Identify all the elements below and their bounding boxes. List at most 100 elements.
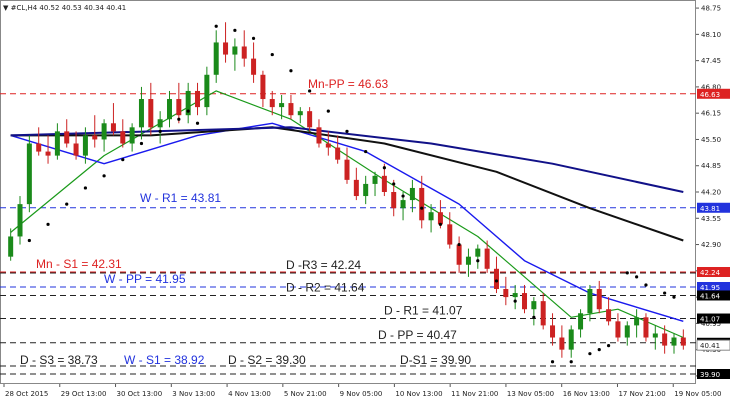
sar-dot — [476, 259, 480, 263]
sar-dot — [382, 166, 386, 170]
price-tag-label: 41.07 — [700, 316, 720, 324]
candle-body — [176, 99, 182, 116]
candle-body — [465, 256, 471, 265]
sar-dot — [513, 299, 517, 303]
y-tick-label: 42.90 — [701, 241, 721, 249]
sar-dot — [532, 315, 536, 319]
candle-body — [92, 135, 98, 140]
sar-dot — [46, 222, 50, 226]
sar-dot — [177, 117, 181, 121]
candle-body — [64, 131, 70, 144]
candle-body — [596, 289, 602, 310]
sar-dot — [195, 121, 200, 125]
candle-body — [223, 42, 229, 55]
candle-body — [195, 90, 201, 108]
sar-dot — [139, 141, 144, 146]
sar-dot — [270, 52, 274, 57]
x-tick-label: 17 Nov 21:00 — [618, 390, 665, 398]
sar-dot — [644, 283, 648, 287]
candle-body — [680, 337, 686, 346]
level-label: Mn - S1 = 42.31 — [36, 257, 122, 271]
candle-body — [307, 111, 313, 128]
candle-body — [662, 333, 668, 346]
candle-body — [241, 46, 247, 59]
candle-body — [559, 337, 565, 350]
sar-dot — [345, 129, 349, 133]
candle-body — [428, 212, 434, 221]
sar-dot — [65, 202, 69, 206]
x-tick-label: 30 Oct 13:00 — [117, 390, 163, 398]
candle-body — [578, 313, 584, 330]
x-tick-label: 28 Oct 2015 — [5, 390, 48, 398]
candle-body — [540, 301, 546, 326]
sar-dot — [625, 271, 629, 275]
y-tick-label: 48.10 — [701, 31, 721, 39]
sar-dot — [494, 279, 499, 283]
level-label: W - PP = 41.95 — [104, 272, 186, 286]
sar-dot — [289, 69, 293, 73]
x-tick-label: 11 Nov 21:00 — [451, 390, 498, 398]
sar-dot — [550, 360, 555, 364]
candle-body — [120, 131, 126, 144]
sar-dot — [233, 28, 237, 32]
candle-body — [484, 248, 490, 269]
candle-body — [522, 293, 528, 310]
sar-dot — [420, 206, 424, 210]
candle-body — [391, 192, 397, 209]
y-tick-label: 44.85 — [701, 162, 721, 170]
x-tick-label: 16 Nov 13:00 — [563, 390, 610, 398]
candle-body — [606, 309, 612, 322]
forex-chart[interactable]: 48.75 48.10 47.45 46.80 46.15 45.50 44.85 44.20… — [0, 0, 730, 402]
sar-dot — [158, 129, 162, 133]
level-label: D-S1 = 39.90 — [400, 353, 471, 367]
candle-body — [335, 147, 341, 160]
x-tick-label: 13 Nov 05:00 — [507, 390, 554, 398]
candle-body — [316, 127, 322, 144]
sar-dot — [251, 36, 256, 41]
candle-body — [587, 289, 593, 314]
current-price-label: 40.41 — [700, 342, 720, 350]
candle-body — [260, 74, 266, 100]
candle-body — [437, 212, 443, 225]
price-tag-label: 43.81 — [700, 205, 720, 213]
sar-dot — [326, 109, 330, 113]
candle-body — [279, 103, 285, 108]
candle-body — [297, 111, 303, 116]
candle-body — [372, 175, 378, 184]
candle-body — [419, 187, 425, 221]
level-label: D - S3 = 38.73 — [20, 353, 98, 367]
candle-body — [344, 159, 350, 180]
candle-body — [381, 175, 387, 192]
candle-body — [512, 293, 518, 298]
candle-body — [213, 42, 219, 75]
candle-body — [110, 123, 116, 132]
candle-body — [447, 224, 453, 245]
candle-body — [138, 99, 144, 128]
level-label: D - PP = 40.47 — [378, 328, 457, 342]
candle-body — [493, 268, 499, 290]
y-tick-label: 45.50 — [701, 136, 721, 144]
level-label: W - S1 = 38.92 — [124, 353, 205, 367]
level-label: D - R1 = 41.07 — [384, 304, 463, 318]
y-tick-label: 47.45 — [701, 57, 721, 65]
sar-dot — [121, 158, 125, 162]
candle-body — [45, 151, 51, 156]
candle-body — [129, 127, 135, 144]
sar-dot — [606, 344, 611, 348]
candle-body — [8, 236, 14, 257]
x-tick-label: 9 Nov 05:00 — [340, 390, 383, 398]
y-tick-label: 48.75 — [701, 5, 721, 13]
candle-body — [82, 135, 88, 156]
candle-body — [101, 123, 107, 140]
candle-body — [54, 131, 60, 156]
level-label: D - S2 = 39.30 — [228, 353, 306, 367]
price-tag-label: 42.24 — [700, 269, 721, 277]
plot-area[interactable] — [0, 0, 696, 384]
x-tick-label: 10 Nov 13:00 — [395, 390, 442, 398]
sar-dot — [102, 174, 106, 178]
candle-body — [456, 244, 462, 265]
candle-body — [503, 289, 509, 298]
level-label: W - R1 = 43.81 — [140, 191, 221, 205]
price-chart-svg: 48.7548.1047.4546.8046.1545.5044.8544.20… — [0, 0, 730, 398]
candle-body — [157, 119, 163, 128]
